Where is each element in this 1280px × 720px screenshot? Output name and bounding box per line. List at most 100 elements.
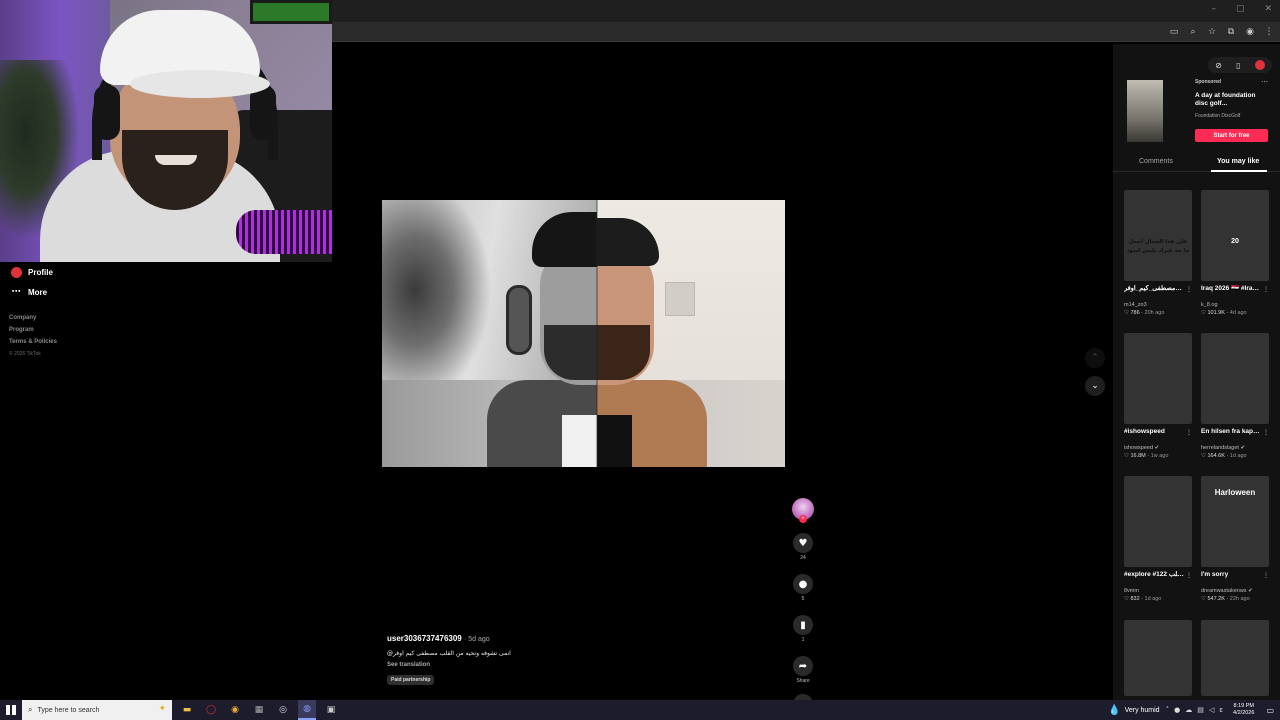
sidebar-item-more[interactable]: ⋯ More	[0, 282, 240, 302]
card-thumbnail[interactable]: 20	[1201, 190, 1269, 281]
active-tab-indicator	[1211, 170, 1267, 172]
bookmark-star-icon[interactable]: ☆	[1207, 26, 1217, 38]
chrome-icon[interactable]: ◉	[226, 700, 244, 720]
card-menu-icon[interactable]: ⋮	[1186, 572, 1192, 579]
card-title[interactable]: I'm sorry	[1201, 571, 1261, 587]
card-menu-icon[interactable]: ⋮	[1263, 572, 1269, 579]
like-button[interactable]: ♥	[793, 533, 813, 553]
tab-comments[interactable]: Comments	[1139, 158, 1173, 165]
language-icon[interactable]: ε	[1219, 706, 1223, 714]
sidebar-item-profile[interactable]: Profile	[0, 262, 240, 282]
file-explorer-icon[interactable]: ▬	[178, 700, 196, 720]
recommended-card[interactable]: #explore #الامارات #مقلب 122# ⋮ 8vmm ♡ 8…	[1124, 476, 1192, 602]
follow-plus-icon[interactable]: +	[799, 515, 807, 523]
ad-title[interactable]: A day at foundation disc golf...	[1195, 92, 1265, 108]
card-title[interactable]: Iraq 2026 🇮🇶 #Iraq #foryou #viral...	[1201, 285, 1261, 301]
extensions-icon[interactable]: ⧉	[1226, 26, 1236, 38]
card-author[interactable]: 8vmm	[1124, 588, 1190, 594]
card-menu-icon[interactable]: ⋮	[1186, 286, 1192, 293]
ad-menu-icon[interactable]: ⋯	[1261, 78, 1268, 86]
clock[interactable]: 8:19 PM 4/2/2026	[1233, 703, 1254, 717]
windows-logo-icon	[6, 705, 16, 715]
save-button[interactable]: ▮	[793, 615, 813, 635]
card-menu-icon[interactable]: ⋮	[1186, 429, 1192, 436]
obs-icon[interactable]: ◎	[274, 700, 292, 720]
recommended-card[interactable]: En hilsen fra kapteinene 🤝 See... ⋮ herr…	[1201, 333, 1269, 459]
opera-icon[interactable]: ◯	[202, 700, 220, 720]
weather-widget[interactable]: 💧 Very humid	[1108, 705, 1159, 716]
card-author[interactable]: k_8.og	[1201, 302, 1267, 308]
next-video-button[interactable]: ⌄	[1085, 376, 1105, 396]
microphone-icon[interactable]: ●	[1174, 706, 1180, 714]
thumb-overlay-text: Harloween	[1214, 488, 1256, 497]
card-menu-icon[interactable]: ⋮	[1263, 286, 1269, 293]
footer-link-company[interactable]: Company	[9, 312, 240, 324]
taskbar-search[interactable]: ⌕ Type here to search ✦	[22, 700, 172, 720]
see-translation-link[interactable]: See translation	[387, 662, 767, 668]
sidebar-item-label: More	[28, 287, 48, 297]
top-right-actions: ⊘ ▯	[1208, 57, 1272, 73]
card-thumbnail[interactable]	[1201, 333, 1269, 424]
card-thumbnail[interactable]	[1201, 620, 1269, 696]
recommended-card[interactable]	[1201, 620, 1269, 696]
card-ago: 4d ago	[1229, 310, 1247, 316]
recommended-card[interactable]: #ishowspeed ⋮ ishowspeed ✔ ♡ 16.8M · 1w …	[1124, 333, 1192, 459]
profile-icon[interactable]: ◉	[1245, 26, 1255, 38]
calculator-icon[interactable]: ▦	[250, 700, 268, 720]
notification-icon[interactable]: ▭	[1266, 706, 1274, 715]
ad-cta-button[interactable]: Start for free	[1195, 129, 1268, 142]
card-title[interactable]: شير هذا الجمال 🖤🖤 #مصطفى_كيم_اوفر...	[1124, 285, 1184, 301]
recommended-card[interactable]	[1124, 620, 1192, 696]
windows-taskbar: ⌕ Type here to search ✦ ▬ ◯ ◉ ▦ ◎ ◍ ▣ 💧 …	[0, 700, 1280, 720]
card-thumbnail[interactable]: على هذا الجمال اجمل ما جه غيرك يلبس اسود	[1124, 190, 1192, 281]
start-button[interactable]	[0, 700, 22, 720]
sponsored-ad[interactable]: Sponsored ⋯ A day at foundation disc gol…	[1125, 78, 1273, 144]
card-thumbnail[interactable]: Harloween	[1201, 476, 1269, 567]
footer-link-terms[interactable]: Terms & Policies	[9, 336, 240, 348]
card-thumbnail[interactable]	[1124, 476, 1192, 567]
card-author[interactable]: m14_zo3	[1124, 302, 1190, 308]
footer-link-program[interactable]: Program	[9, 324, 240, 336]
cast-icon[interactable]: ▭	[1169, 26, 1179, 38]
share-icon: ➦	[798, 660, 808, 672]
network-icon[interactable]: ▤	[1197, 706, 1204, 714]
onedrive-icon[interactable]: ☁	[1185, 706, 1192, 714]
card-title[interactable]: En hilsen fra kapteinene 🤝 See...	[1201, 428, 1261, 444]
copilot-sparkle-icon[interactable]: ✦	[158, 704, 166, 714]
terminal-icon[interactable]: ▣	[322, 700, 340, 720]
video-player[interactable]	[382, 200, 785, 467]
share-button[interactable]: ➦	[793, 656, 813, 676]
recommended-card[interactable]: على هذا الجمال اجمل ما جه غيرك يلبس اسود…	[1124, 190, 1192, 316]
chevron-up-icon[interactable]: ˄	[1166, 706, 1170, 714]
card-title[interactable]: #explore #الامارات #مقلب 122#	[1124, 571, 1184, 587]
maximize-icon[interactable]: ▢	[1236, 4, 1245, 14]
webcam-overlay	[0, 0, 332, 262]
close-icon[interactable]: ✕	[1264, 4, 1272, 14]
card-author[interactable]: herrelandslaget ✔	[1201, 445, 1267, 451]
save-count: 1	[801, 637, 805, 643]
user-avatar[interactable]	[1254, 60, 1265, 70]
compass-icon[interactable]: ⊘	[1215, 61, 1222, 70]
card-title[interactable]: #ishowspeed	[1124, 428, 1184, 444]
tab-you-may-like[interactable]: You may like	[1217, 158, 1259, 165]
previous-video-button[interactable]: ⌃	[1085, 348, 1105, 368]
card-thumbnail[interactable]	[1124, 620, 1192, 696]
minimize-icon[interactable]: –	[1211, 4, 1216, 14]
recommended-card[interactable]: Harloween I'm sorry ⋮ dreamwastakenws ✔ …	[1201, 476, 1269, 602]
card-author[interactable]: dreamwastakenws ✔	[1201, 588, 1267, 594]
device-icon[interactable]: ▯	[1236, 61, 1240, 70]
card-author[interactable]: ishowspeed ✔	[1124, 445, 1190, 451]
discord-icon[interactable]: ◍	[298, 700, 316, 720]
card-menu-icon[interactable]: ⋮	[1263, 429, 1269, 436]
comment-button[interactable]: ●	[793, 574, 813, 594]
caption-username[interactable]: user3036737476309	[387, 634, 462, 643]
volume-icon[interactable]: ◁	[1209, 706, 1214, 714]
recommended-card[interactable]: 20 Iraq 2026 🇮🇶 #Iraq #foryou #viral... …	[1201, 190, 1269, 316]
card-ago: 1w ago	[1150, 453, 1169, 459]
zoom-icon[interactable]: ⌕	[1188, 26, 1198, 38]
menu-icon[interactable]: ⋮	[1264, 26, 1274, 38]
card-thumbnail[interactable]	[1124, 333, 1192, 424]
creator-avatar[interactable]: +	[792, 498, 814, 523]
card-ago: 1d ago	[1144, 596, 1162, 602]
ad-thumbnail[interactable]	[1127, 80, 1163, 142]
